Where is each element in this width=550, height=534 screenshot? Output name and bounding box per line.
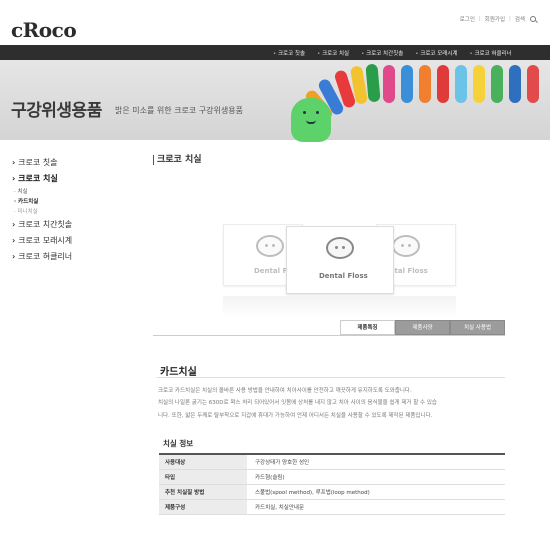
spec-key: 제품구성 xyxy=(159,499,247,515)
floss-face-icon xyxy=(392,235,420,257)
side-nav: 크로코 칫솔 크로코 치실 치실 카드치실 미니치실 크로코 치간칫솔 크로코 … xyxy=(12,155,132,265)
search-icon[interactable] xyxy=(530,16,536,22)
product-tabs: 제품특징 제품사양 치실 사용법 xyxy=(340,320,505,335)
floss-face-icon xyxy=(326,237,354,259)
table-row: 추천 치실질 방법 스풀법(spool method), 루프법(loop me… xyxy=(159,484,505,500)
table-row: 타입 카드형(슬림) xyxy=(159,469,505,485)
page-title: 크로코 치실 xyxy=(153,155,202,165)
divider: | xyxy=(478,16,481,22)
product-card-main[interactable]: Dental Floss xyxy=(286,226,394,294)
sidebar-item-floss[interactable]: 크로코 치실 xyxy=(12,171,132,187)
hero-banner: 구강위생용품 밝은 미소를 위한 크로코 구강위생용품 xyxy=(0,60,550,140)
spec-value: 구강상태가 양호한 성인 xyxy=(247,454,505,470)
description-line: 크로코 카드치실은 치실의 올바른 사용 방법을 안내하여 치아사이를 안전하고… xyxy=(158,388,412,394)
toothbrush-image xyxy=(293,60,550,140)
spec-value: 카드형(슬림) xyxy=(247,469,505,485)
spec-table: 사용대상 구강상태가 양호한 성인 타입 카드형(슬림) 추천 치실질 방법 스… xyxy=(159,453,505,515)
sidebar-sub-mini-floss[interactable]: 미니치실 xyxy=(12,207,132,217)
spec-key: 타입 xyxy=(159,469,247,485)
sidebar-item-toothbrush[interactable]: 크로코 칫솔 xyxy=(12,155,132,171)
gnb-item-floss[interactable]: 크로코 치실 xyxy=(317,49,349,57)
tab-features[interactable]: 제품특징 xyxy=(340,320,395,335)
banner-title: 구강위생용품 xyxy=(11,101,102,121)
table-row: 제품구성 카드치실, 치실안내문 xyxy=(159,499,505,515)
gnb-item-tongue-cleaner[interactable]: 크로코 혀클리너 xyxy=(469,49,511,57)
divider xyxy=(157,377,505,378)
description-line: 치실의 나일론 굵기는 630D로 왁스 처리 되어있어서 잇몸에 상처를 내지… xyxy=(158,400,437,406)
login-link[interactable]: 로그인 xyxy=(460,15,475,23)
floss-face-icon xyxy=(256,235,284,257)
description-line: 니다. 또한, 얇은 두께로 탈부착으로 지갑에 휴대가 가능하여 언제 어디서… xyxy=(158,413,433,419)
card-reflection xyxy=(223,296,456,318)
spec-title: 치실 정보 xyxy=(163,439,194,448)
spec-value: 스풀법(spool method), 루프법(loop method) xyxy=(247,484,505,500)
tab-how-to-use[interactable]: 치실 사용법 xyxy=(450,320,505,335)
utility-nav: 로그인 | 회원가입 | 검색 xyxy=(460,15,536,23)
tab-specs[interactable]: 제품사양 xyxy=(395,320,450,335)
sidebar-item-interdental-brush[interactable]: 크로코 치간칫솔 xyxy=(12,217,132,233)
global-nav: 크로코 칫솔 크로코 치실 크로코 치간칫솔 크로코 모래시계 크로코 혀클리너 xyxy=(0,45,550,60)
sidebar-item-tongue-cleaner[interactable]: 크로코 혀클리너 xyxy=(12,249,132,265)
spec-key: 사용대상 xyxy=(159,454,247,470)
signup-link[interactable]: 회원가입 xyxy=(485,15,505,23)
sidebar-item-hourglass[interactable]: 크로코 모래시계 xyxy=(12,233,132,249)
gnb-item-interdental-brush[interactable]: 크로코 치간칫솔 xyxy=(361,49,403,57)
divider xyxy=(153,335,505,336)
banner-subtitle: 밝은 미소를 위한 크로코 구강위생용품 xyxy=(115,106,243,115)
sidebar-sub-floss[interactable]: 치실 xyxy=(12,187,132,197)
mascot-image xyxy=(291,98,331,142)
gnb-item-hourglass[interactable]: 크로코 모래시계 xyxy=(415,49,457,57)
search-link[interactable]: 검색 xyxy=(515,15,525,23)
sidebar-sub-card-floss[interactable]: 카드치실 xyxy=(12,197,132,207)
divider: | xyxy=(509,16,511,22)
table-row: 사용대상 구강상태가 양호한 성인 xyxy=(159,454,505,470)
product-card-label: Dental Floss xyxy=(319,272,368,280)
spec-key: 추천 치실질 방법 xyxy=(159,484,247,500)
section-title: 카드치실 xyxy=(160,367,197,378)
spec-value: 카드치실, 치실안내문 xyxy=(247,499,505,515)
site-logo[interactable]: cRoco xyxy=(11,18,77,42)
gnb-item-toothbrush[interactable]: 크로코 칫솔 xyxy=(273,49,305,57)
